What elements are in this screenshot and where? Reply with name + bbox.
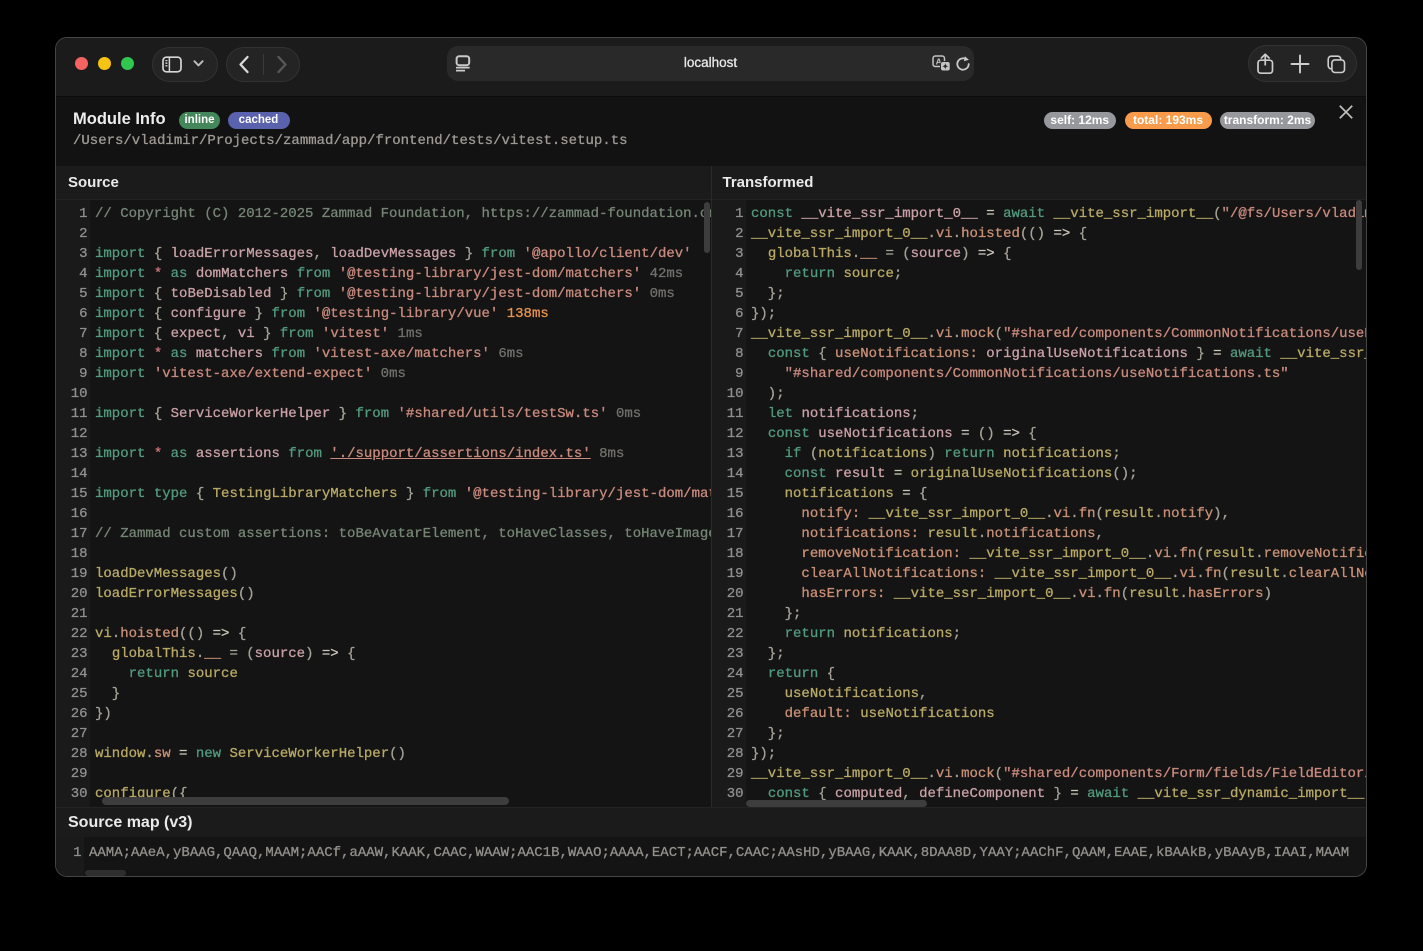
svg-text:✦: ✦ — [942, 62, 949, 71]
